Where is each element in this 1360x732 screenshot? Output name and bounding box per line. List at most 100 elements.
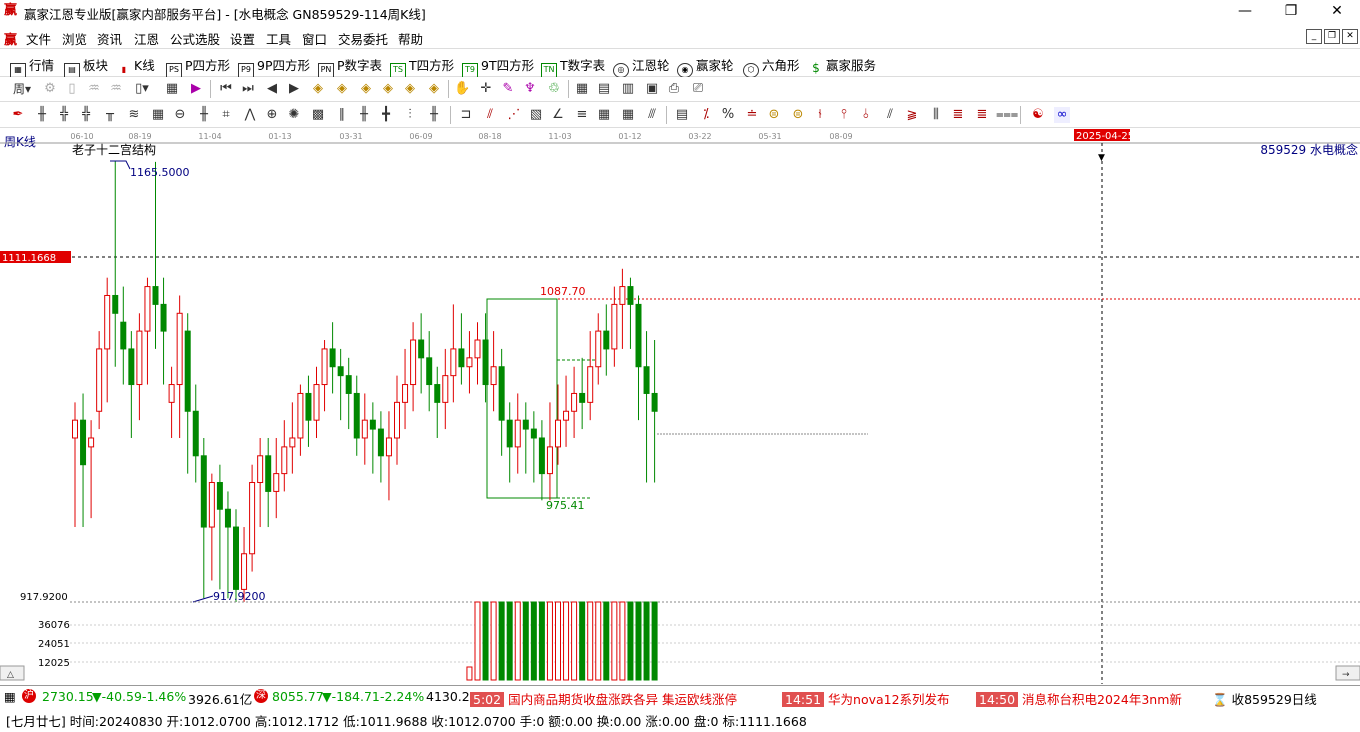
draw-tool-3-icon[interactable]: ╬	[78, 107, 94, 123]
draw-tool-22-icon[interactable]: ▧	[528, 107, 544, 123]
tool-6-icon[interactable]: ▦	[164, 81, 180, 97]
crosshair-icon[interactable]: ✛	[478, 81, 494, 97]
menu-help[interactable]: 帮助	[398, 29, 423, 48]
toolbar-9t-square[interactable]: T9 9T四方形	[462, 55, 534, 78]
draw-tool-25-icon[interactable]: ▦	[596, 107, 612, 123]
stat-tool-13-icon[interactable]: ≣	[974, 107, 990, 123]
zoom-4-icon[interactable]: ◈	[380, 81, 396, 97]
toolbar-kline[interactable]: ▮ K线	[117, 55, 155, 77]
menu-formula-select[interactable]: 公式选股	[170, 29, 220, 48]
draw-tool-15-icon[interactable]: ╫	[356, 107, 372, 123]
toolbar-hexagon[interactable]: ⬡ 六角形	[743, 55, 800, 78]
draw-3-icon[interactable]: ♲	[546, 81, 562, 97]
infinity-icon[interactable]: ∞	[1054, 107, 1070, 123]
draw-2-icon[interactable]: ♆	[522, 81, 538, 97]
draw-tool-21-icon[interactable]: ⋰	[506, 107, 522, 123]
draw-tool-13-icon[interactable]: ▩	[310, 107, 326, 123]
table-icon[interactable]: ▥	[620, 81, 636, 97]
kline-chart[interactable]: 周K线 06-10 08-19 11-04 01-13 03-31 06-09 08-18 1…	[0, 129, 1360, 684]
news-item-1[interactable]: 5:02 国内商品期货收盘涨跌各异 集运欧线涨停	[470, 689, 737, 708]
stat-tool-3-icon[interactable]: ≐	[744, 107, 760, 123]
menu-settings[interactable]: 设置	[230, 29, 255, 48]
toolbar-t-number-table[interactable]: TN T数字表	[541, 55, 605, 78]
draw-tool-23-icon[interactable]: ∠	[550, 107, 566, 123]
calc-icon[interactable]: ▤	[596, 81, 612, 97]
zoom-2-icon[interactable]: ◈	[334, 81, 350, 97]
mdi-restore-icon[interactable]: ❐	[1324, 29, 1340, 44]
save-icon[interactable]: ▣	[644, 81, 660, 97]
menu-file[interactable]: 文件	[26, 29, 51, 48]
print-icon[interactable]: ⎙	[666, 81, 682, 97]
draw-tool-17-icon[interactable]: ⫶	[402, 107, 418, 123]
minimize-button[interactable]: —	[1222, 0, 1268, 24]
draw-tool-24-icon[interactable]: ≡	[574, 107, 590, 123]
stat-tool-1-icon[interactable]: ▤	[674, 107, 690, 123]
zoom-5-icon[interactable]: ◈	[402, 81, 418, 97]
pen-icon[interactable]: ✒	[10, 107, 26, 123]
mdi-close-icon[interactable]: ✕	[1342, 29, 1358, 44]
draw-tool-1-icon[interactable]: ╫	[34, 107, 50, 123]
stat-tool-5-icon[interactable]: ⊜	[790, 107, 806, 123]
draw-tool-26-icon[interactable]: ▦	[620, 107, 636, 123]
ticker-menu-icon[interactable]: ▦	[4, 689, 16, 704]
toolbar-p-square[interactable]: PS P四方形	[166, 55, 230, 78]
news-item-2[interactable]: 14:51 华为nova12系列发布	[782, 689, 950, 708]
tool-7-icon[interactable]: ▶	[188, 81, 204, 97]
kline-chart-panel[interactable]: 周K线 06-10 08-19 11-04 01-13 03-31 06-09 08-18 1…	[0, 129, 1360, 684]
toolbar-sectors[interactable]: ▤ 板块	[64, 55, 108, 78]
draw-tool-8-icon[interactable]: ╫	[196, 107, 212, 123]
stat-tool-12-icon[interactable]: ≣	[950, 107, 966, 123]
draw-tool-2-icon[interactable]: ╬	[56, 107, 72, 123]
draw-tool-18-icon[interactable]: ╫	[426, 107, 442, 123]
draw-tool-27-icon[interactable]: ⫻	[644, 107, 660, 123]
menu-trade[interactable]: 交易委托	[338, 29, 388, 48]
news-item-3[interactable]: 14:50 消息称台积电2024年3nm新	[976, 689, 1194, 708]
draw-tool-6-icon[interactable]: ▦	[150, 107, 166, 123]
zoom-3-icon[interactable]: ◈	[358, 81, 374, 97]
tool-1-icon[interactable]: ⚙	[42, 81, 58, 97]
tool-4-icon[interactable]: ♒	[108, 81, 124, 97]
toolbar-service[interactable]: $ 赢家服务	[809, 55, 876, 75]
draw-tool-20-icon[interactable]: ⫽	[482, 107, 498, 123]
draw-tool-11-icon[interactable]: ⊕	[264, 107, 280, 123]
toolbar-quotes[interactable]: ▦ 行情	[10, 55, 54, 78]
toolbar-gann-wheel[interactable]: ◎ 江恩轮	[613, 55, 670, 78]
stat-tool-6-icon[interactable]: ⫮	[812, 107, 828, 123]
mdi-minimize-icon[interactable]: _	[1306, 29, 1322, 44]
menu-window[interactable]: 窗口	[302, 29, 327, 48]
draw-tool-19-icon[interactable]: ⊐	[458, 107, 474, 123]
zoom-1-icon[interactable]: ◈	[310, 81, 326, 97]
toolbar-winner-wheel[interactable]: ◉ 赢家轮	[677, 55, 734, 78]
stat-tool-7-icon[interactable]: ⫯	[836, 107, 852, 123]
draw-tool-9-icon[interactable]: ⌗	[218, 107, 234, 123]
draw-tool-7-icon[interactable]: ⊖	[172, 107, 188, 123]
toolbar-t-square[interactable]: TS T四方形	[390, 55, 454, 78]
stat-tool-8-icon[interactable]: ⫰	[858, 107, 874, 123]
draw-tool-4-icon[interactable]: ╥	[102, 107, 118, 123]
tool-3-icon[interactable]: ♒	[86, 81, 102, 97]
hand-icon[interactable]: ✋	[454, 81, 470, 97]
stat-tool-10-icon[interactable]: ⫺	[904, 107, 920, 123]
stat-tool-2-icon[interactable]: ⁒	[698, 107, 714, 123]
first-icon[interactable]: ⏮	[218, 81, 234, 97]
draw-tool-10-icon[interactable]: ⋀	[242, 107, 258, 123]
draw-1-icon[interactable]: ✎	[500, 81, 516, 97]
yinyang-icon[interactable]: ☯	[1030, 107, 1046, 123]
menu-gann[interactable]: 江恩	[134, 29, 159, 48]
menu-tools[interactable]: 工具	[266, 29, 291, 48]
export-icon[interactable]: ⎚	[690, 81, 706, 97]
stat-tool-11-icon[interactable]: ⫼	[928, 107, 944, 123]
zoom-6-icon[interactable]: ◈	[426, 81, 442, 97]
stat-tool-4-icon[interactable]: ⊜	[766, 107, 782, 123]
stat-tool-9-icon[interactable]: ⫽	[882, 107, 898, 123]
draw-tool-14-icon[interactable]: ∥	[334, 107, 350, 123]
restore-button[interactable]: ❐	[1268, 0, 1314, 24]
percent-icon[interactable]: %	[720, 107, 736, 123]
tool-2-icon[interactable]: ▯	[64, 81, 80, 97]
tool-5-icon[interactable]: ▯▾	[134, 81, 150, 97]
toolbar-p-number-table[interactable]: PN P数字表	[318, 55, 382, 78]
last-icon[interactable]: ⏭	[240, 81, 256, 97]
close-button[interactable]: ✕	[1314, 0, 1360, 24]
period-select-icon[interactable]: 周▾	[10, 81, 34, 97]
toolbar-9p-square[interactable]: P9 9P四方形	[238, 55, 310, 78]
